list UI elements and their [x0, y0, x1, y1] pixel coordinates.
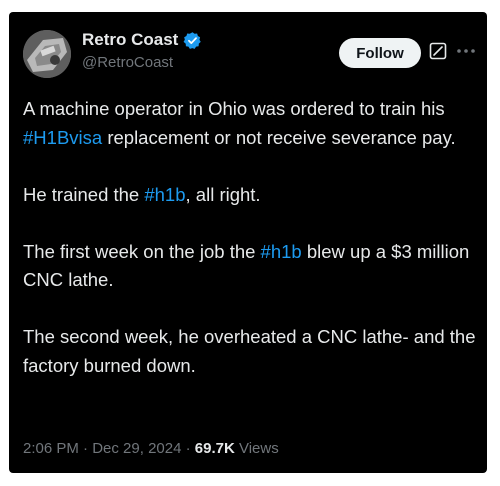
tweet-header: Retro Coast @RetroCoast Follow	[9, 12, 487, 82]
hashtag-link[interactable]: #h1b	[261, 241, 302, 262]
tweet-time[interactable]: 2:06 PM	[23, 440, 79, 457]
text-segment: A machine operator in Ohio was ordered t…	[23, 98, 445, 119]
hashtag-link[interactable]: #h1b	[144, 184, 185, 205]
follow-button[interactable]: Follow	[339, 38, 421, 68]
tweet-text: A machine operator in Ohio was ordered t…	[23, 95, 478, 409]
tweet-card: Retro Coast @RetroCoast Follow A machine…	[9, 12, 487, 473]
verified-badge-icon	[183, 31, 202, 50]
tweet-meta: 2:06 PM · Dec 29, 2024 · 69.7K Views	[23, 440, 279, 457]
views-label: Views	[234, 440, 279, 457]
meta-separator: ·	[181, 440, 195, 457]
text-segment: He trained the	[23, 183, 145, 205]
text-segment: The first week on the job the	[23, 240, 261, 262]
hashtag-link[interactable]: #H1Bvisa	[23, 127, 102, 148]
views-count[interactable]: 69.7K	[195, 440, 235, 457]
more-options-icon[interactable]	[455, 42, 477, 60]
tweet-paragraph-2: He trained the #h1b, all right.	[23, 181, 478, 210]
tweet-paragraph-3: The first week on the job the #h1b blew …	[23, 238, 478, 295]
user-handle[interactable]: @RetroCoast	[82, 54, 173, 71]
grok-icon[interactable]	[429, 42, 447, 60]
meta-separator: ·	[78, 440, 93, 457]
display-name-text: Retro Coast	[82, 30, 179, 49]
avatar[interactable]	[23, 30, 71, 78]
tweet-paragraph-1: A machine operator in Ohio was ordered t…	[23, 95, 478, 152]
text-segment: replacement or not receive severance pay…	[102, 126, 456, 148]
tweet-date[interactable]: Dec 29, 2024	[92, 440, 181, 457]
tweet-paragraph-4: The second week, he overheated a CNC lat…	[23, 326, 476, 376]
display-name[interactable]: Retro Coast	[82, 30, 202, 50]
text-segment: , all right.	[185, 183, 261, 205]
